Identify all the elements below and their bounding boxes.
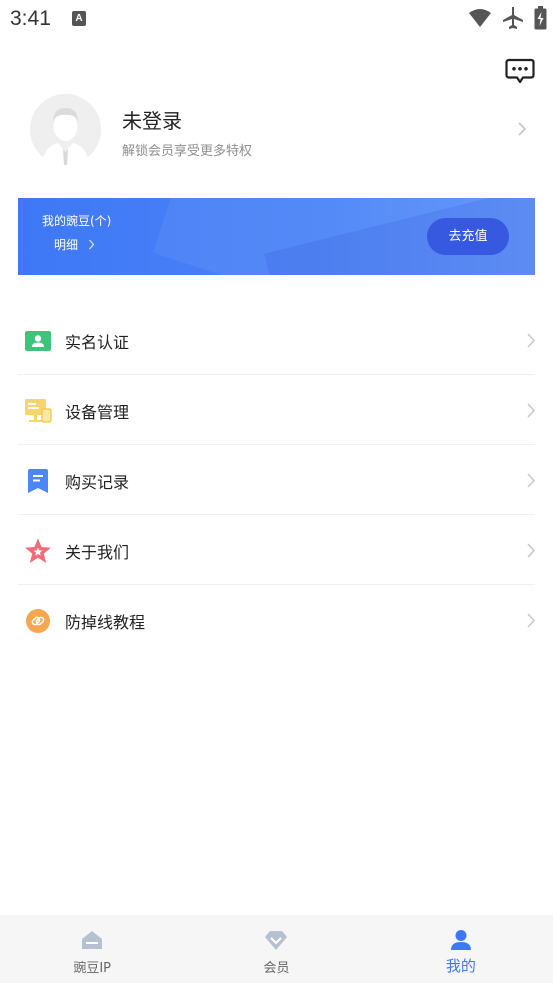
battery-icon xyxy=(534,6,547,30)
menu-item-about[interactable]: 关于我们 xyxy=(18,515,536,585)
menu-item-tutorial[interactable]: 防掉线教程 xyxy=(18,585,536,655)
wallet-banner: 我的豌豆(个) 明细 去充值 xyxy=(18,198,535,275)
menu-item-devices[interactable]: 设备管理 xyxy=(18,375,536,445)
avatar-placeholder-icon xyxy=(30,94,101,165)
chevron-right-icon xyxy=(518,122,527,136)
profile-subtitle: 解锁会员享受更多特权 xyxy=(122,144,253,159)
home-icon xyxy=(82,931,103,949)
chevron-right-icon xyxy=(89,239,95,250)
status-bar: 3:41 A xyxy=(0,0,553,38)
nav-label: 会员 xyxy=(263,961,290,976)
chevron-right-icon xyxy=(527,333,536,348)
nav-tab-home[interactable]: 豌豆IP xyxy=(0,915,184,983)
status-icons xyxy=(468,6,547,30)
bottom-nav: 豌豆IP 会员 我的 xyxy=(0,915,553,983)
airplane-icon xyxy=(503,7,523,29)
nav-tab-mine[interactable]: 我的 xyxy=(369,915,553,983)
menu-label: 设备管理 xyxy=(65,403,130,422)
wallet-detail-label: 明细 xyxy=(54,238,79,252)
link-icon xyxy=(26,609,50,633)
menu-item-verification[interactable]: 实名认证 xyxy=(18,305,536,375)
devices-icon xyxy=(25,399,52,423)
nav-label: 我的 xyxy=(445,957,476,975)
menu-label: 实名认证 xyxy=(65,333,130,352)
recharge-button[interactable]: 去充值 xyxy=(427,218,509,255)
username: 未登录 xyxy=(122,109,182,133)
wallet-detail-link[interactable]: 明细 xyxy=(54,236,95,253)
chevron-right-icon xyxy=(527,613,536,628)
user-icon xyxy=(450,930,471,950)
chevron-right-icon xyxy=(527,543,536,558)
profile-section[interactable]: 未登录 解锁会员享受更多特权 xyxy=(0,90,553,170)
nav-label: 豌豆IP xyxy=(73,961,111,976)
menu-item-purchase-history[interactable]: 购买记录 xyxy=(18,445,536,515)
id-card-icon xyxy=(25,331,51,351)
message-icon[interactable] xyxy=(505,58,535,85)
star-icon xyxy=(25,538,51,563)
menu-label: 防掉线教程 xyxy=(65,613,146,632)
status-time: 3:41 xyxy=(10,7,51,30)
menu-label: 购买记录 xyxy=(65,473,130,492)
accessibility-badge-icon: A xyxy=(72,11,86,26)
chevron-right-icon xyxy=(527,473,536,488)
receipt-icon xyxy=(28,469,48,493)
avatar[interactable] xyxy=(30,94,101,165)
diamond-icon xyxy=(265,931,288,950)
menu-label: 关于我们 xyxy=(65,543,130,562)
wallet-title: 我的豌豆(个) xyxy=(42,214,112,228)
nav-tab-membership[interactable]: 会员 xyxy=(184,915,368,983)
wifi-icon xyxy=(469,9,491,27)
chevron-right-icon xyxy=(527,403,536,418)
settings-menu: 实名认证 设备管理 购买记录 关于我们 防掉线教程 xyxy=(18,305,536,655)
